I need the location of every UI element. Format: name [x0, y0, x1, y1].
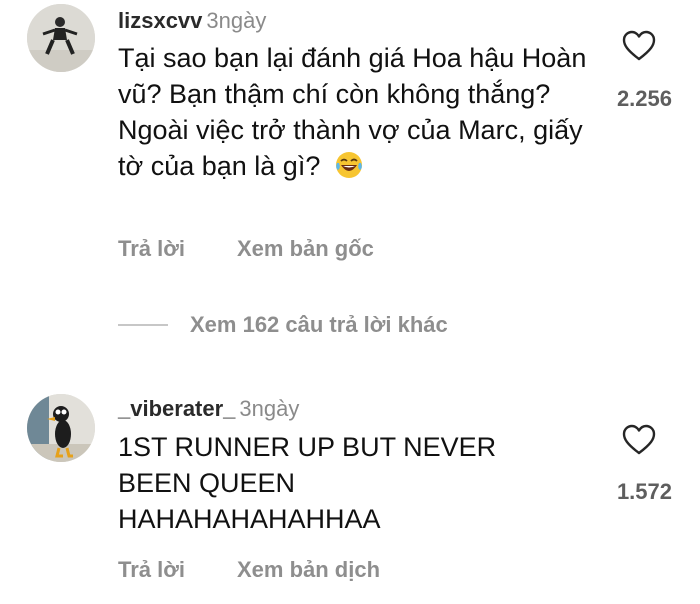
username[interactable]: lizsxcvv — [118, 8, 202, 33]
reply-button[interactable]: Trả lời — [118, 557, 185, 583]
timestamp: 3ngày — [206, 8, 267, 33]
avatar[interactable] — [27, 4, 95, 72]
avatar-image — [27, 4, 95, 72]
avatar[interactable] — [27, 394, 95, 462]
timestamp: 3ngày — [239, 396, 300, 421]
comment-author[interactable]: _viberater_ 3ngày — [118, 396, 299, 422]
avatar-image — [27, 394, 95, 462]
heart-icon[interactable] — [622, 424, 656, 456]
like-count: 2.256 — [616, 86, 672, 111]
comment-text: Tại sao bạn lại đánh giá Hoa hậu Hoàn vũ… — [118, 40, 598, 184]
view-more-replies[interactable]: Xem 162 câu trả lời khác — [118, 312, 448, 338]
view-more-replies-label[interactable]: Xem 162 câu trả lời khác — [190, 312, 448, 338]
like-count: 1.572 — [616, 479, 672, 504]
laughing-tears-emoji-icon — [335, 152, 362, 178]
see-original-button[interactable]: Xem bản gốc — [237, 236, 374, 262]
see-translation-button[interactable]: Xem bản dịch — [237, 557, 380, 583]
reply-button[interactable]: Trả lời — [118, 236, 185, 262]
comment-body: 1ST RUNNER UP BUT NEVER BEEN QUEEN HAHAH… — [118, 432, 497, 534]
username[interactable]: _viberater_ — [118, 396, 235, 421]
comment-text: 1ST RUNNER UP BUT NEVER BEEN QUEEN HAHAH… — [118, 429, 558, 537]
comment-author[interactable]: lizsxcvv 3ngày — [118, 8, 266, 34]
heart-icon[interactable] — [622, 30, 656, 62]
divider — [118, 324, 168, 326]
